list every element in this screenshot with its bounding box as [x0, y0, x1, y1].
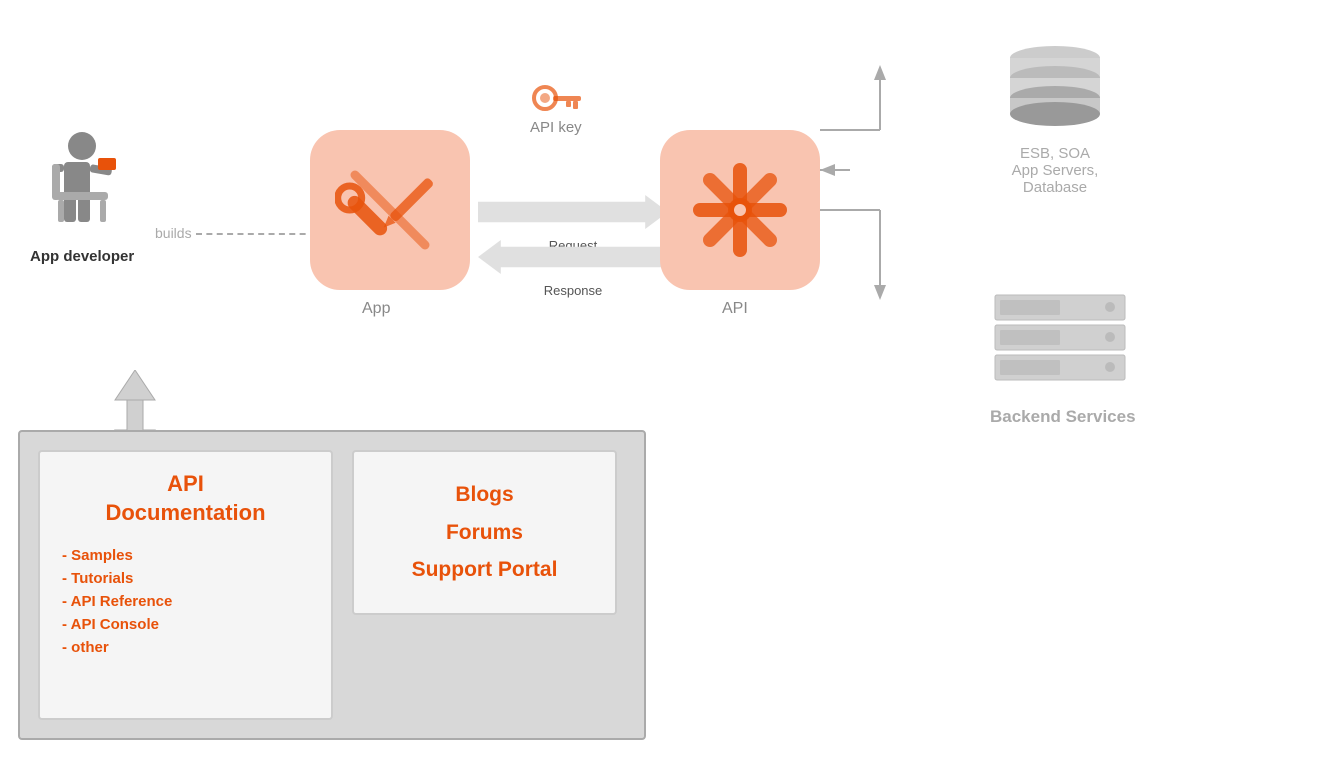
api-docs-item-reference: - API Reference: [62, 593, 309, 610]
tools-icon: [335, 155, 445, 265]
app-icon-box: [310, 130, 470, 290]
api-docs-item-samples: - Samples: [62, 547, 309, 564]
request-arrow-shape: [478, 195, 668, 229]
app-developer-label: App developer: [30, 248, 134, 265]
api-docs-title-line2: Documentation: [105, 500, 265, 525]
response-arrow: Response: [478, 240, 668, 274]
person-icon: [42, 130, 122, 240]
community-text: Blogs Forums Support Portal: [412, 476, 558, 589]
builds-text: builds: [155, 225, 192, 241]
api-docs-item-console: - API Console: [62, 616, 309, 633]
key-icon: [531, 80, 581, 115]
api-label: API: [722, 300, 748, 318]
community-line2: Forums: [446, 521, 523, 544]
response-arrow-shape: [478, 240, 668, 274]
request-arrow: Request: [478, 195, 668, 229]
api-docs-item-other: - other: [62, 639, 309, 656]
response-label: Response: [478, 274, 668, 308]
backend-label: Backend Services: [990, 407, 1136, 427]
esb-line2: App Servers,: [1012, 162, 1099, 179]
api-docs-items: - Samples - Tutorials - API Reference - …: [62, 547, 309, 656]
community-line3: Support Portal: [412, 558, 558, 581]
esb-label: ESB, SOA App Servers, Database: [990, 145, 1120, 196]
esb-line1: ESB, SOA: [1020, 145, 1090, 162]
app-developer-section: App developer: [30, 130, 134, 265]
esb-soa-section: ESB, SOA App Servers, Database: [990, 40, 1120, 196]
api-docs-title: API Documentation: [62, 470, 309, 527]
community-box: Blogs Forums Support Portal: [352, 450, 617, 615]
esb-line3: Database: [1023, 179, 1087, 196]
builds-connector: builds: [155, 225, 316, 241]
app-label: App: [362, 300, 390, 318]
server-rack-icon: [990, 290, 1130, 390]
api-docs-title-line1: API: [167, 471, 204, 496]
api-key-label: API key: [530, 119, 582, 136]
api-icon: [685, 155, 795, 265]
api-icon-box: [660, 130, 820, 290]
community-line1: Blogs: [455, 483, 513, 506]
api-docs-box: API Documentation - Samples - Tutorials …: [38, 450, 333, 720]
api-key-area: API key: [530, 80, 582, 136]
api-docs-item-tutorials: - Tutorials: [62, 570, 309, 587]
database-icon: [990, 40, 1120, 130]
dashed-line: [196, 233, 316, 235]
backend-services-section: Backend Services: [990, 290, 1136, 427]
